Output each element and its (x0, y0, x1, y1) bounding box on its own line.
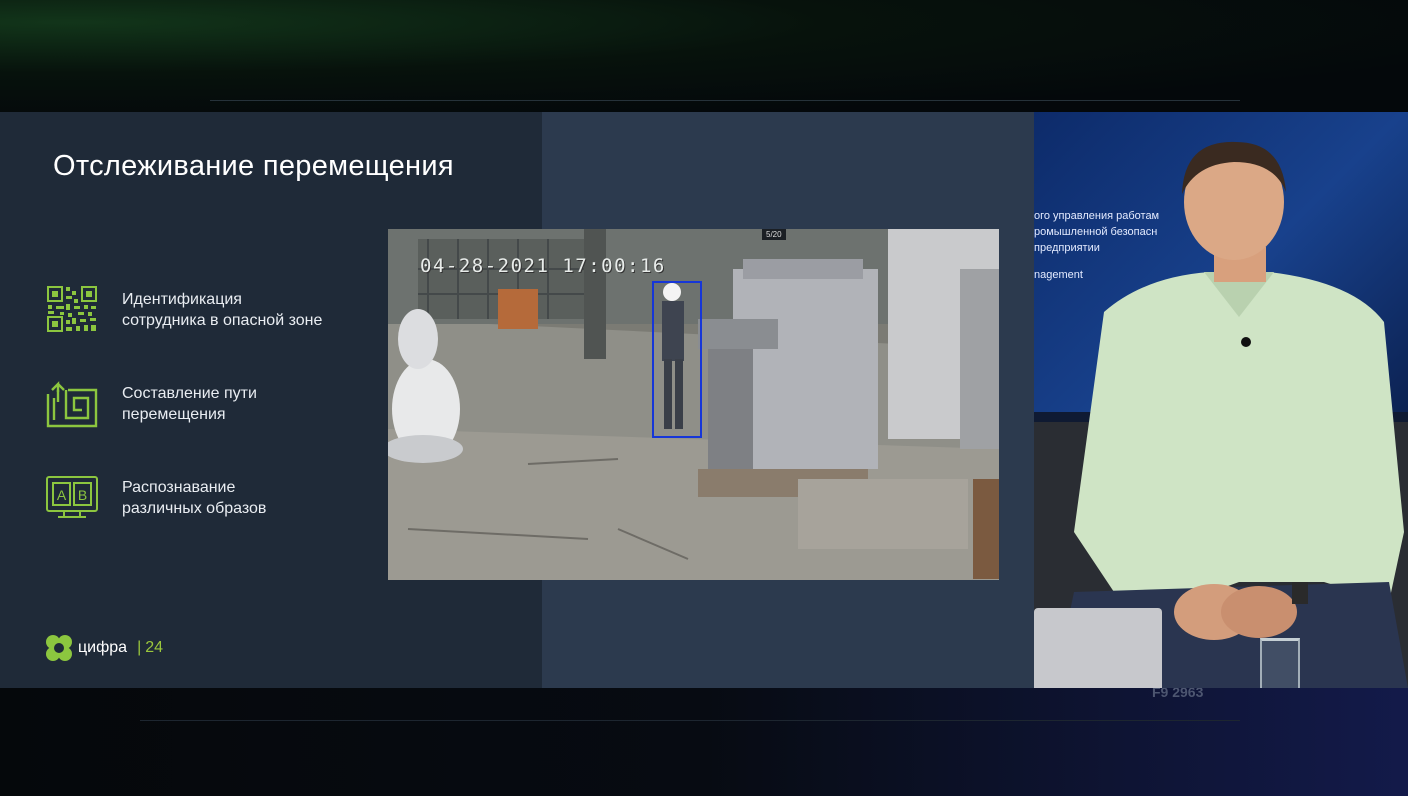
feature-title: Распознавание (122, 479, 236, 496)
svg-text:B: B (78, 487, 87, 503)
feature-text: Идентификация сотрудника в опасной зоне (122, 289, 362, 331)
studio-background-bottom: F9 2963 (0, 684, 1408, 796)
feature-subtitle: перемещения (122, 406, 226, 423)
person-detection-box (652, 281, 702, 438)
feature-title: Идентификация (122, 291, 242, 308)
feature-item-path: Составление пути перемещения (44, 378, 362, 430)
feature-item-identification: Идентификация сотрудника в опасной зоне (44, 284, 362, 336)
feature-title: Составление пути (122, 385, 257, 402)
feature-text: Распознавание различных образов (122, 477, 362, 519)
slide-title: Отслеживание перемещения (53, 150, 454, 182)
presenter-figure (1054, 141, 1408, 688)
presenter-video: ого управления работам ромышленной безоп… (1034, 112, 1408, 688)
qr-code-icon (47, 286, 97, 332)
camera-frame-counter: 5/20 (762, 229, 786, 240)
brand-name: цифра (78, 639, 128, 656)
path-maze-icon (46, 381, 98, 428)
cifra-logo-icon (46, 635, 72, 661)
cctv-camera-frame: 04-28-2021 17:00:16 5/20 (388, 229, 999, 580)
presentation-slide: Отслеживание перемещения Идентификация с… (0, 112, 1034, 688)
svg-text:A: A (57, 487, 67, 503)
water-glass (1260, 638, 1300, 688)
feature-item-recognition: A B Распознавание различных образов (44, 472, 362, 524)
studio-decor-line (140, 720, 1240, 721)
studio-background-top (0, 0, 1408, 112)
slide-page-number: 24 (145, 639, 164, 656)
brand-separator: | (137, 639, 142, 656)
laptop (1034, 608, 1162, 688)
feature-subtitle: сотрудника в опасной зоне (122, 312, 323, 329)
ab-recognition-icon: A B (46, 476, 98, 518)
studio-decor-line (210, 100, 1240, 101)
camera-timestamp: 04-28-2021 17:00:16 (420, 255, 666, 277)
feature-subtitle: различных образов (122, 500, 267, 517)
brand-footer: цифра | 24 (44, 633, 163, 663)
feature-text: Составление пути перемещения (122, 383, 362, 425)
